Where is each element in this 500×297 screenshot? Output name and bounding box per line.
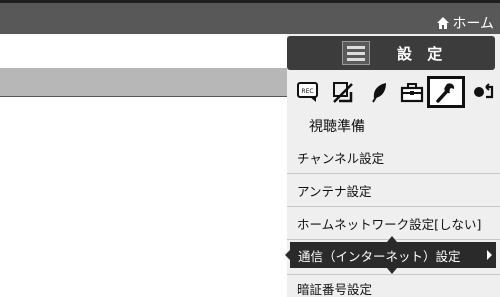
return-icon	[474, 83, 494, 99]
menu-item-internet[interactable]: 通信（インターネット）設定	[285, 236, 496, 274]
home-label: ホーム	[452, 16, 494, 32]
divider	[287, 274, 500, 275]
menu-item-label: ホームネットワーク設定[しない]	[297, 216, 482, 232]
menu-item-pin[interactable]: 暗証番号設定	[287, 276, 500, 297]
category-eco[interactable]	[367, 78, 393, 106]
category-network[interactable]	[330, 78, 356, 106]
divider	[287, 206, 500, 207]
settings-menu-title: 設 定	[397, 45, 448, 63]
settings-menu: 設 定 REC 視聴準備 チャンネル設定 アンテナ設定 ホームネットワーク設定[…	[285, 34, 500, 297]
rec-icon: REC	[297, 82, 318, 102]
menu-item-label: 通信（インターネット）設定	[298, 248, 461, 264]
wrench-icon	[436, 83, 455, 103]
background-content-area	[0, 96, 287, 297]
wifi-off-icon	[333, 82, 353, 103]
toolbox-icon	[400, 83, 424, 103]
category-tools[interactable]	[399, 78, 425, 106]
scroll-left-arrow-icon	[285, 250, 290, 260]
settings-menu-header: 設 定	[287, 36, 495, 70]
menu-item-label: アンテナ設定	[297, 183, 372, 199]
scroll-up-arrow-icon	[387, 236, 397, 242]
menu-item-label: 暗証番号設定	[297, 281, 373, 297]
category-icon-row: REC	[287, 74, 500, 110]
top-bar: ホーム	[0, 0, 500, 34]
settings-menu-icon	[342, 41, 370, 65]
menu-item-home-network[interactable]: ホームネットワーク設定[しない]	[287, 208, 500, 238]
home-button[interactable]: ホーム	[436, 13, 494, 33]
svg-text:REC: REC	[301, 88, 313, 95]
menu-item-antenna[interactable]: アンテナ設定	[287, 175, 500, 205]
menu-item-label: チャンネル設定	[297, 150, 385, 166]
category-rec[interactable]: REC	[295, 78, 321, 106]
category-back[interactable]	[471, 78, 497, 106]
scroll-right-arrow-icon	[487, 250, 492, 260]
leaf-icon	[372, 83, 386, 103]
section-title: 視聴準備	[309, 119, 365, 135]
menu-item-channel[interactable]: チャンネル設定	[287, 142, 500, 172]
background-band	[0, 68, 287, 96]
home-icon	[437, 17, 450, 29]
category-setup[interactable]	[427, 76, 465, 108]
divider	[287, 173, 500, 174]
